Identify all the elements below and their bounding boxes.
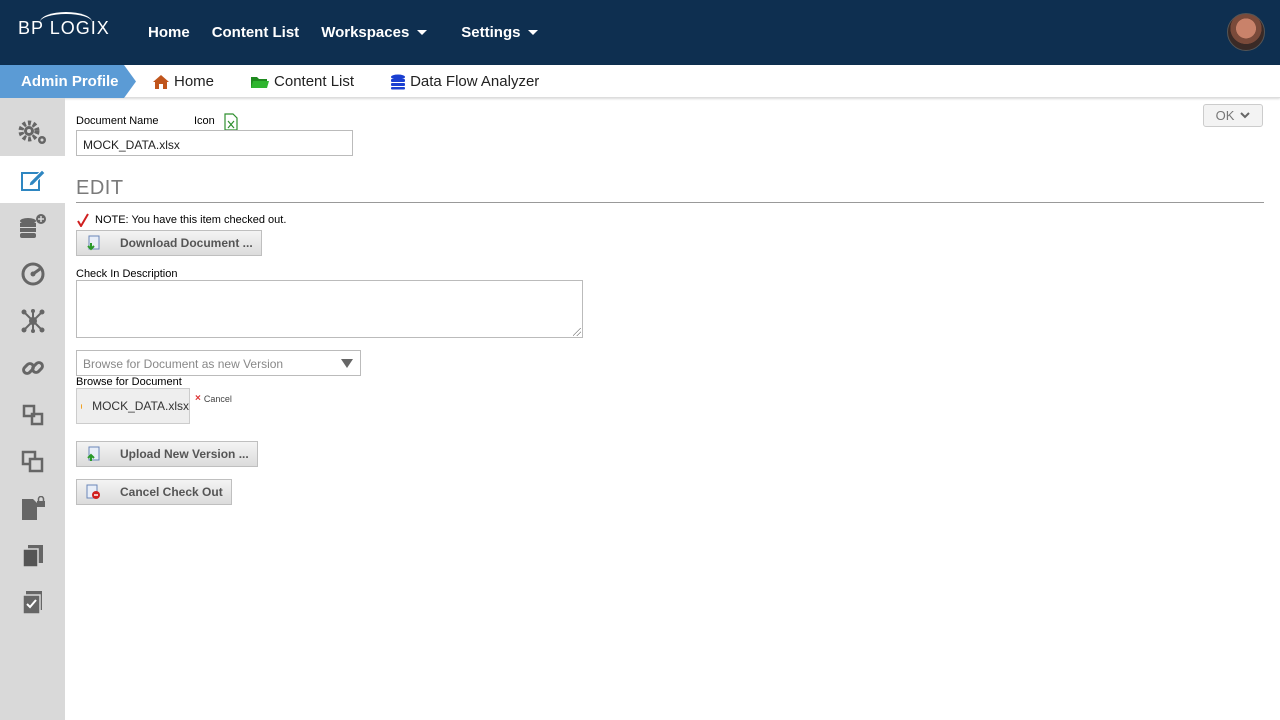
sidebar-item-database-add[interactable] xyxy=(0,203,65,250)
breadcrumb-data-flow-analyzer-label: Data Flow Analyzer xyxy=(410,73,540,90)
selected-file-chip[interactable]: MOCK_DATA.xlsx xyxy=(76,388,190,424)
upload-document-icon xyxy=(87,446,100,461)
logo-arc xyxy=(40,12,92,32)
excel-file-icon[interactable] xyxy=(224,113,238,131)
locked-document-icon xyxy=(21,495,45,520)
browse-version-select[interactable]: Browse for Document as new Version xyxy=(76,350,361,376)
link-icon xyxy=(21,360,44,375)
section-divider xyxy=(76,202,1264,203)
selected-file-name: MOCK_DATA.xlsx xyxy=(92,399,189,413)
breadcrumb-content-list[interactable]: Content List xyxy=(250,73,354,90)
gears-icon xyxy=(18,120,46,144)
cancel-file-link[interactable]: × Cancel xyxy=(195,393,232,404)
check-in-description-field[interactable] xyxy=(76,280,583,338)
browse-for-document-label: Browse for Document xyxy=(76,376,182,388)
nav-home[interactable]: Home xyxy=(148,24,190,41)
home-icon xyxy=(153,74,169,89)
ok-button-label: OK xyxy=(1215,108,1235,123)
sidebar-item-dashboard[interactable] xyxy=(0,250,65,297)
browse-version-select-label: Browse for Document as new Version xyxy=(83,357,284,371)
download-document-button[interactable]: Download Document ... xyxy=(76,230,262,256)
download-document-icon xyxy=(87,235,100,251)
nav-workspaces-label: Workspaces xyxy=(321,24,410,41)
sidebar-item-documents[interactable] xyxy=(0,532,65,579)
cancel-check-out-label: Cancel Check Out xyxy=(120,485,223,499)
user-avatar[interactable] xyxy=(1227,13,1265,51)
chevron-down-icon xyxy=(417,30,428,35)
main-nav: Home Content List Workspaces Settings xyxy=(148,0,560,65)
document-name-label: Document Name xyxy=(76,115,159,127)
close-icon: × xyxy=(195,393,201,404)
download-document-label: Download Document ... xyxy=(120,236,253,250)
sidebar-item-network[interactable] xyxy=(0,297,65,344)
left-sidebar xyxy=(0,98,65,720)
breadcrumb-content-list-label: Content List xyxy=(274,73,355,90)
nav-settings[interactable]: Settings xyxy=(461,24,539,41)
bp-logix-logo[interactable]: BP LOGIX xyxy=(18,12,110,39)
breadcrumb-current[interactable]: Admin Profile xyxy=(0,65,136,98)
cancel-file-label: Cancel xyxy=(203,393,232,404)
icon-label: Icon xyxy=(194,115,215,127)
checkout-note: NOTE: You have this item checked out. xyxy=(77,213,286,227)
folder-icon xyxy=(251,76,270,88)
sidebar-item-move[interactable] xyxy=(0,391,65,438)
resize-handle[interactable] xyxy=(573,328,581,336)
cancel-checkout-icon xyxy=(86,484,100,499)
nav-settings-label: Settings xyxy=(461,24,521,41)
checked-clipboard-icon xyxy=(21,590,42,615)
cancel-check-out-button[interactable]: Cancel Check Out xyxy=(76,479,232,505)
sidebar-item-checklist[interactable] xyxy=(0,579,65,626)
sidebar-item-lock[interactable] xyxy=(0,485,65,532)
breadcrumb-bar: Admin Profile Home Content List Data Flo… xyxy=(0,65,1280,98)
chevron-down-icon xyxy=(1240,112,1251,119)
sidebar-item-copy[interactable] xyxy=(0,438,65,485)
database-icon xyxy=(391,74,406,89)
chevron-down-icon xyxy=(528,30,539,35)
nav-content-list-label: Content List xyxy=(211,24,300,41)
sidebar-item-settings[interactable] xyxy=(0,109,65,156)
sidebar-item-links[interactable] xyxy=(0,344,65,391)
dropdown-arrow-icon xyxy=(341,359,353,368)
upload-new-version-label: Upload New Version ... xyxy=(120,447,249,461)
move-icon xyxy=(22,404,43,425)
documents-icon xyxy=(21,544,43,568)
nav-workspaces[interactable]: Workspaces xyxy=(321,24,428,41)
breadcrumb-home-label: Home xyxy=(174,73,215,90)
breadcrumb-data-flow-analyzer[interactable]: Data Flow Analyzer xyxy=(390,73,539,90)
copy-boxes-icon xyxy=(21,450,43,472)
breadcrumb-links: Home Content List Data Flow Analyzer xyxy=(152,65,575,98)
section-title: EDIT xyxy=(76,177,124,199)
sidebar-item-edit[interactable] xyxy=(0,156,65,203)
nav-home-label: Home xyxy=(148,24,190,41)
network-icon xyxy=(21,308,44,333)
check-in-description-label: Check In Description xyxy=(76,268,178,280)
upload-new-version-button[interactable]: Upload New Version ... xyxy=(76,441,258,467)
top-navigation-bar: BP LOGIX Home Content List Workspaces Se… xyxy=(0,0,1280,65)
dashboard-gauge-icon xyxy=(21,262,44,285)
edit-icon xyxy=(20,168,46,191)
file-status-dot xyxy=(81,403,83,409)
database-add-icon xyxy=(19,213,46,238)
checkout-note-text: NOTE: You have this item checked out. xyxy=(95,214,287,226)
nav-content-list[interactable]: Content List xyxy=(212,24,300,41)
breadcrumb-home[interactable]: Home xyxy=(152,73,214,90)
document-name-field[interactable]: MOCK_DATA.xlsx xyxy=(76,130,353,156)
checkmark-icon xyxy=(77,213,89,227)
ok-button[interactable]: OK xyxy=(1203,104,1263,127)
